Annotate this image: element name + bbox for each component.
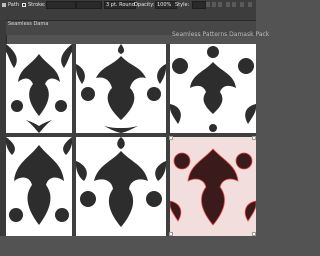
stroke-weight-dropdown[interactable] [46, 1, 76, 9]
damask-motif-selected [170, 148, 256, 226]
style-dropdown[interactable] [192, 1, 206, 9]
damask-tile-5[interactable] [76, 137, 166, 236]
fill-swatch-icon[interactable] [22, 3, 26, 7]
status-bar [0, 236, 256, 256]
damask-motif [76, 137, 166, 227]
arrange-icon[interactable] [232, 2, 236, 7]
align-left-icon[interactable] [206, 2, 210, 7]
align-center-icon[interactable] [212, 2, 216, 7]
align-right-icon[interactable] [218, 2, 222, 7]
damask-tile-2[interactable] [76, 44, 166, 133]
selection-handle[interactable] [252, 136, 256, 140]
damask-motif [170, 46, 256, 132]
tile-gutter [6, 133, 256, 137]
damask-tile-6[interactable] [170, 137, 256, 236]
damask-tile-4[interactable] [6, 137, 72, 236]
transform-icon[interactable] [226, 2, 230, 7]
selection-indicator-icon [2, 3, 6, 7]
style-label: Style: [175, 2, 190, 8]
damask-tile-1[interactable] [6, 44, 72, 133]
damask-tile-3[interactable] [170, 44, 256, 133]
opacity-label: Opacity: [134, 2, 155, 8]
artboard-label: Seamless Patterns Damask Pack [172, 31, 270, 38]
tile-gutter [166, 44, 170, 236]
selection-handle[interactable] [169, 136, 173, 140]
selection-type-label: Path [8, 2, 19, 8]
variable-width-dropdown[interactable] [76, 1, 102, 9]
control-bar: Path Stroke: 3 pt. Round Opacity: 100% S… [0, 0, 256, 21]
panel-menu-icon[interactable] [248, 2, 252, 7]
more-options-icon[interactable] [240, 2, 244, 7]
damask-motif [76, 44, 166, 133]
document-tab-title[interactable]: Seamless Damask.ai [8, 21, 48, 28]
stroke-label: Stroke: [28, 2, 46, 8]
tile-gutter [72, 44, 76, 236]
damask-motif [6, 137, 72, 225]
brush-size-dropdown[interactable]: 3 pt. Round [104, 1, 136, 9]
opacity-field[interactable]: 100% [155, 1, 177, 9]
damask-motif [6, 44, 72, 133]
